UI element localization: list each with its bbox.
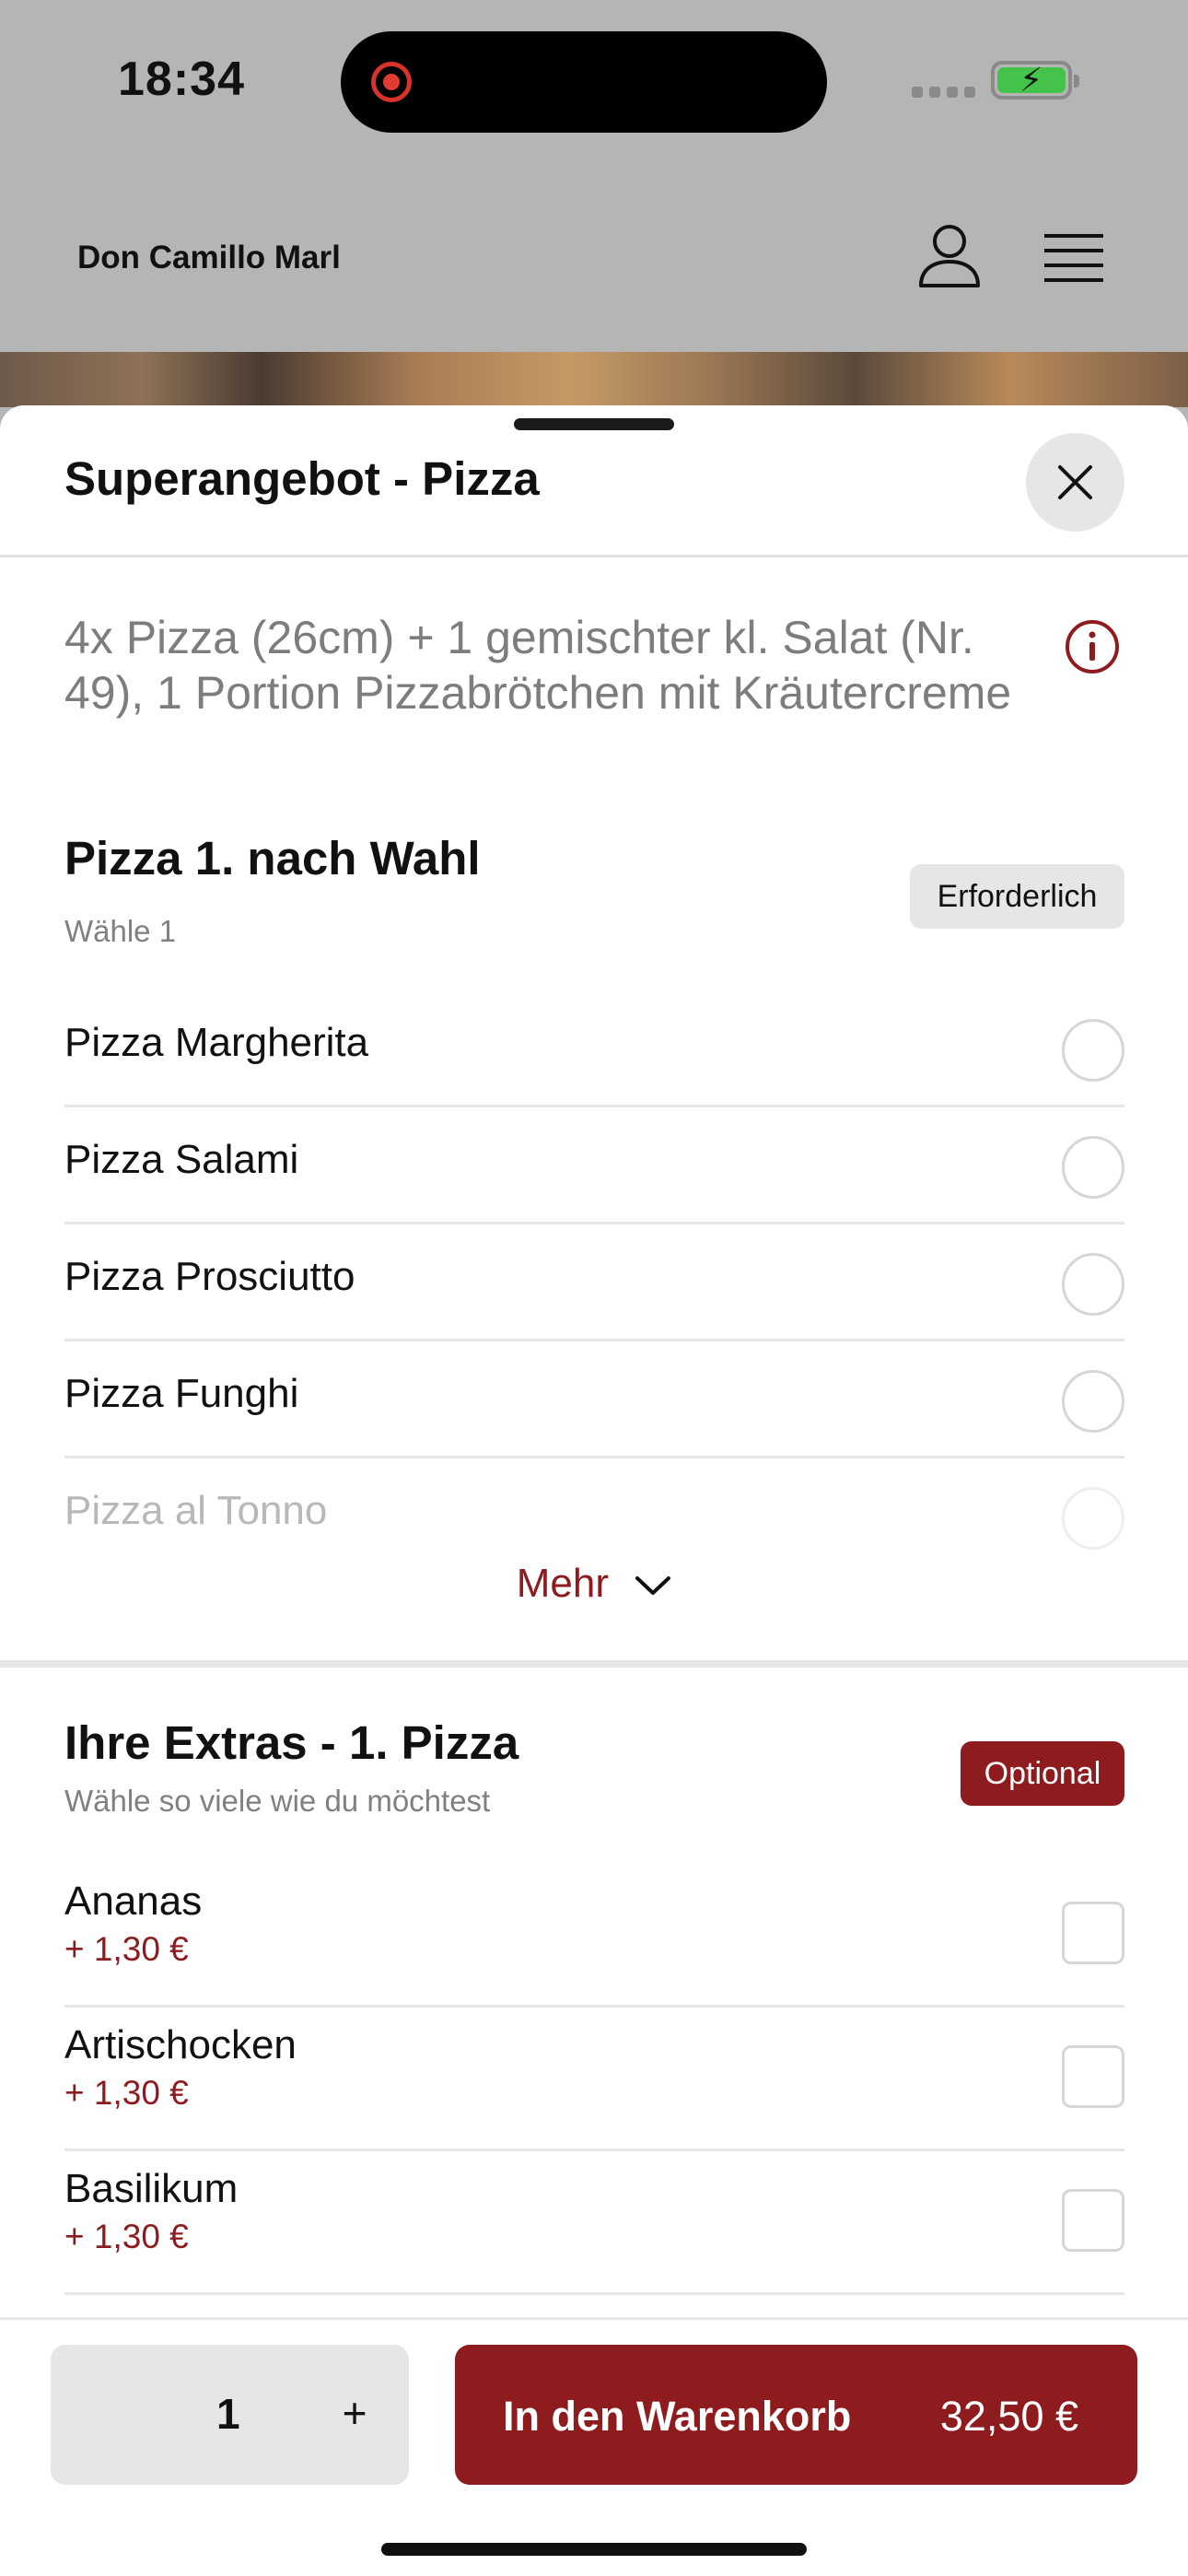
quantity-value: 1 xyxy=(216,2390,240,2438)
checkbox[interactable] xyxy=(1062,2045,1124,2108)
radio-button[interactable] xyxy=(1062,1019,1124,1082)
extra-price: + 1,30 € xyxy=(64,2218,189,2255)
radio-button[interactable] xyxy=(1062,1253,1124,1316)
app-header: Don Camillo Marl xyxy=(0,166,1188,350)
extra-label: Basilikum xyxy=(64,2166,239,2211)
option-row[interactable]: Pizza al Tonno xyxy=(64,1458,1124,1575)
section-separator xyxy=(0,1660,1188,1668)
chevron-down-icon xyxy=(635,1576,671,1596)
extra-row[interactable]: Artischocken + 1,30 € xyxy=(64,2008,1124,2151)
option-row[interactable]: Pizza Prosciutto xyxy=(64,1224,1124,1341)
total-price: 32,50 € xyxy=(939,2393,1078,2440)
extra-label: Artischocken xyxy=(64,2022,297,2067)
increment-button[interactable]: + xyxy=(327,2385,382,2441)
radio-button[interactable] xyxy=(1062,1487,1124,1550)
product-title: Superangebot - Pizza xyxy=(64,452,540,505)
option-label: Pizza Margherita xyxy=(64,1020,369,1065)
bottom-action-bar: 1 + In den Warenkorb 32,50 € xyxy=(0,2317,1188,2576)
signal-icon xyxy=(912,87,975,98)
add-to-cart-label: In den Warenkorb xyxy=(503,2393,852,2440)
user-account-icon[interactable] xyxy=(917,223,982,289)
add-to-cart-button[interactable]: In den Warenkorb 32,50 € xyxy=(455,2345,1137,2485)
extra-label: Ananas xyxy=(64,1879,203,1924)
product-options-sheet: Superangebot - Pizza 4x Pizza (26cm) + 1… xyxy=(0,405,1188,2576)
hero-image xyxy=(0,352,1188,407)
extra-price: + 1,30 € xyxy=(64,1930,189,1968)
checkbox[interactable] xyxy=(1062,2189,1124,2252)
option-label: Pizza al Tonno xyxy=(64,1488,328,1533)
extra-row[interactable]: Ananas + 1,30 € xyxy=(64,1864,1124,2008)
show-more-label: Mehr xyxy=(516,1561,609,1606)
restaurant-name[interactable]: Don Camillo Marl xyxy=(77,240,341,276)
option-row[interactable]: Pizza Margherita xyxy=(64,990,1124,1107)
group-subtitle-extras: Wähle so viele wie du möchtest xyxy=(64,1784,491,1818)
checkbox[interactable] xyxy=(1062,1902,1124,1964)
option-label: Pizza Salami xyxy=(64,1137,299,1182)
group-title-extras: Ihre Extras - 1. Pizza xyxy=(64,1716,519,1769)
battery-charging-icon: ⚡ xyxy=(991,61,1079,100)
close-icon xyxy=(1058,465,1092,499)
show-more-button[interactable]: Mehr xyxy=(0,1561,1188,1625)
extra-price: + 1,30 € xyxy=(64,2074,189,2112)
group-subtitle-pizza-1: Wähle 1 xyxy=(64,914,177,948)
dynamic-island xyxy=(341,31,827,133)
home-indicator[interactable] xyxy=(381,2543,807,2556)
sheet-grabber[interactable] xyxy=(514,418,674,430)
option-label: Pizza Prosciutto xyxy=(64,1254,355,1299)
status-time: 18:34 xyxy=(118,53,245,106)
hamburger-menu-icon[interactable] xyxy=(1044,232,1103,284)
header-divider xyxy=(0,555,1188,557)
recording-icon xyxy=(371,62,412,102)
extra-row[interactable]: Basilikum + 1,30 € xyxy=(64,2151,1124,2295)
required-badge: Erforderlich xyxy=(910,864,1124,929)
radio-button[interactable] xyxy=(1062,1370,1124,1433)
status-bar: 18:34 ⚡ xyxy=(0,0,1188,166)
radio-button[interactable] xyxy=(1062,1136,1124,1199)
group-title-pizza-1: Pizza 1. nach Wahl xyxy=(64,832,481,884)
product-description: 4x Pizza (26cm) + 1 gemischter kl. Salat… xyxy=(64,612,1012,719)
quantity-stepper[interactable]: 1 + xyxy=(51,2345,409,2485)
info-icon[interactable] xyxy=(1065,619,1120,674)
optional-badge: Optional xyxy=(961,1741,1124,1806)
option-row[interactable]: Pizza Funghi xyxy=(64,1341,1124,1458)
option-label: Pizza Funghi xyxy=(64,1371,299,1416)
option-row[interactable]: Pizza Salami xyxy=(64,1107,1124,1224)
close-button[interactable] xyxy=(1026,433,1124,532)
